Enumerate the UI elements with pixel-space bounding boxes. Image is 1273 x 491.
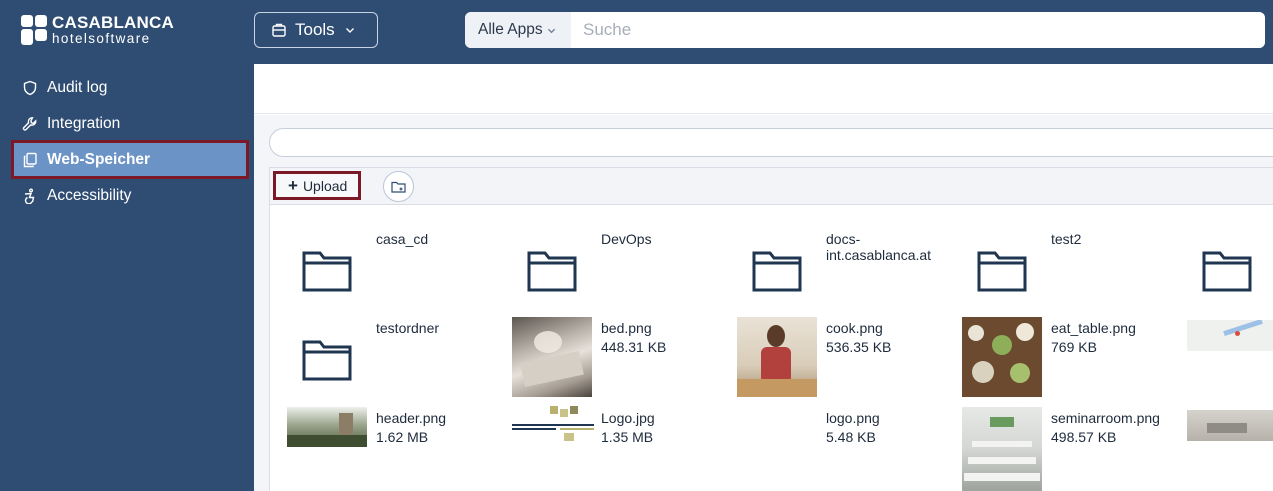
logo-mark-icon	[21, 14, 47, 45]
accessibility-icon	[24, 188, 35, 204]
file-name: casa_cd	[376, 231, 429, 247]
file-item-logo-png[interactable]: logo.png 5.48 KB	[720, 407, 945, 491]
tools-menu-button[interactable]: Tools	[254, 12, 378, 48]
file-item-logo-jpg[interactable]: Logo.jpg 1.35 MB	[495, 405, 720, 491]
files-icon	[23, 152, 37, 167]
image-thumbnail	[287, 407, 367, 447]
upload-button[interactable]: + Upload	[273, 171, 361, 200]
image-thumbnail	[962, 317, 1042, 397]
new-folder-button[interactable]	[383, 171, 414, 202]
file-toolbar	[269, 167, 1273, 205]
search-input[interactable]	[571, 12, 1265, 48]
sidebar-item-accessibility[interactable]: Accessibility	[14, 179, 246, 213]
file-item-cook-png[interactable]: cook.png 536.35 KB	[720, 317, 945, 410]
folder-icon	[977, 251, 1027, 292]
search-scope-label: Alle Apps	[478, 21, 543, 38]
file-name: bed.png	[601, 320, 652, 336]
file-name: cook.png	[826, 320, 883, 336]
file-name: seminarroom.png	[1051, 410, 1160, 426]
file-item-room-partial[interactable]	[1170, 410, 1273, 491]
global-search: Alle Apps	[465, 12, 1265, 48]
folder-icon	[302, 251, 352, 292]
file-size: 448.31 KB	[601, 339, 667, 355]
file-name: testordner	[376, 320, 440, 336]
file-item-folder-partial[interactable]	[1170, 231, 1273, 321]
plus-icon: +	[288, 176, 298, 195]
filter-input[interactable]	[269, 128, 1273, 157]
chevron-down-icon	[345, 28, 354, 33]
file-name: logo.png	[826, 410, 880, 426]
file-size: 536.35 KB	[826, 339, 892, 355]
file-item-header-png[interactable]: header.png 1.62 MB	[270, 407, 495, 491]
file-name: eat_table.png	[1051, 320, 1136, 336]
file-item-map-partial[interactable]	[1170, 320, 1273, 410]
file-name: DevOps	[601, 231, 652, 247]
file-name: Logo.jpg	[601, 410, 655, 426]
file-size: 769 KB	[1051, 339, 1097, 355]
file-item-eat-table-png[interactable]: eat_table.png 769 KB	[945, 317, 1170, 410]
file-item-devops[interactable]: DevOps	[495, 231, 720, 321]
sidebar-item-audit-log[interactable]: Audit log	[14, 71, 246, 105]
file-item-seminarroom-png[interactable]: seminarroom.png 498.57 KB	[945, 407, 1170, 491]
image-thumbnail	[1187, 320, 1273, 351]
file-name: header.png	[376, 410, 447, 426]
sidebar-item-web-speicher[interactable]: Web-Speicher	[11, 140, 249, 179]
image-thumbnail	[1187, 410, 1273, 441]
folder-icon	[527, 251, 577, 292]
file-size: 5.48 KB	[826, 429, 876, 445]
toolbox-icon	[272, 23, 286, 37]
file-item-bed-png[interactable]: bed.png 448.31 KB	[495, 317, 720, 410]
file-name: test2	[1051, 231, 1082, 247]
file-item-test2[interactable]: test2	[945, 231, 1170, 321]
wrench-icon	[22, 117, 37, 131]
shield-icon	[23, 80, 37, 96]
file-name: docs-int.casablanca.at	[826, 231, 932, 263]
chevron-down-icon	[547, 28, 555, 33]
folder-plus-icon	[390, 181, 406, 193]
file-item-docs-int[interactable]: docs-int.casablanca.at	[720, 231, 945, 321]
file-item-testordner[interactable]: testordner	[270, 320, 495, 410]
file-item-casa-cd[interactable]: casa_cd	[270, 231, 495, 321]
folder-icon	[302, 340, 352, 381]
tools-label: Tools	[295, 20, 335, 39]
brand-logo[interactable]: CASABLANCA hotelsoftware	[21, 14, 174, 46]
image-thumbnail	[737, 407, 817, 447]
folder-icon	[752, 251, 802, 292]
file-size: 498.57 KB	[1051, 429, 1117, 445]
image-thumbnail	[737, 317, 817, 397]
file-size: 1.62 MB	[376, 429, 429, 445]
folder-icon	[1202, 251, 1252, 292]
search-scope-select[interactable]: Alle Apps	[465, 12, 571, 48]
brand-subname: hotelsoftware	[52, 31, 151, 46]
brand-name: CASABLANCA	[52, 13, 174, 32]
upload-label: Upload	[302, 177, 348, 194]
image-thumbnail	[512, 317, 592, 397]
image-thumbnail	[962, 407, 1042, 491]
image-thumbnail	[512, 405, 594, 445]
file-size: 1.35 MB	[601, 429, 654, 445]
sidebar-item-integration[interactable]: Integration	[14, 107, 246, 141]
content-header	[254, 64, 1273, 114]
